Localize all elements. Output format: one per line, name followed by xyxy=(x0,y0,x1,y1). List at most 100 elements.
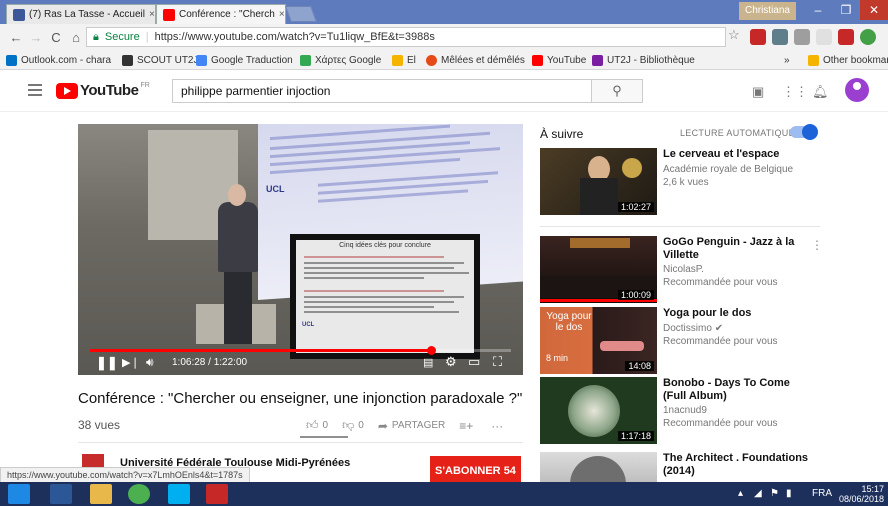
share-button[interactable]: ➦ PARTAGER xyxy=(378,419,445,433)
minimize-icon[interactable]: – xyxy=(804,0,832,20)
youtube-logo[interactable]: YouTube FR xyxy=(56,82,150,99)
chrome-icon[interactable] xyxy=(128,484,150,504)
add-to-playlist-button[interactable]: ≡+ xyxy=(459,419,477,433)
suggested-channel: 1nacnud9 xyxy=(663,405,707,416)
volume-icon[interactable]: 🔊︎ xyxy=(146,355,154,370)
status-bar-url: https://www.youtube.com/watch?v=x7LmhOEn… xyxy=(0,467,250,483)
reload-icon[interactable]: C xyxy=(46,30,66,45)
search-button[interactable]: ⚲ xyxy=(591,79,643,103)
like-button[interactable]: 👍︎ 0 xyxy=(306,418,328,433)
bookmark-el[interactable]: El xyxy=(392,52,416,68)
close-tab-icon[interactable]: × xyxy=(145,9,155,20)
language-indicator[interactable]: FRA xyxy=(812,488,832,499)
subtitles-icon[interactable]: ▤ xyxy=(423,356,433,369)
bookmark-google-maps[interactable]: Χάρτες Google xyxy=(300,52,381,68)
notifications-icon[interactable]: 🔔︎ xyxy=(812,84,829,100)
video-thumbnail[interactable]: 1:02:27 xyxy=(540,148,657,215)
slide-logo: UCL xyxy=(302,322,315,328)
search-input[interactable]: philippe parmentier injoction xyxy=(172,79,592,103)
upload-icon[interactable]: ▣ xyxy=(752,84,764,100)
close-tab-icon[interactable]: × xyxy=(275,9,285,20)
suggested-video[interactable]: 1:17:18 Bonobo - Days To Come (Full Albu… xyxy=(540,377,840,445)
suggested-video[interactable]: 1:02:27 Le cerveau et l'espace Académie … xyxy=(540,148,840,216)
restore-icon[interactable]: ❐ xyxy=(832,0,860,20)
file-explorer-icon[interactable] xyxy=(90,484,112,504)
slide-title: Cinq idées clés pour conclure xyxy=(339,242,431,249)
suggested-video[interactable]: The Architect . Foundations (2014) xyxy=(540,452,840,482)
skype-icon[interactable] xyxy=(168,484,190,504)
facebook-icon xyxy=(13,8,25,21)
video-player[interactable]: UCL Cinq idées clés pour conclure UCL ❚❚… xyxy=(78,124,523,375)
extension-icon[interactable] xyxy=(860,29,876,45)
suggested-channel: NicolasP. xyxy=(663,264,704,275)
flag-icon[interactable]: ⚑ xyxy=(770,488,779,499)
autoplay-toggle[interactable] xyxy=(790,124,818,140)
battery-icon[interactable]: ▮ xyxy=(786,488,792,499)
extension-adblock-icon[interactable] xyxy=(750,29,766,45)
extension-icon[interactable] xyxy=(772,29,788,45)
tray-chevron-icon[interactable]: ▴ xyxy=(738,488,743,499)
tab-facebook[interactable]: (7) Ras La Tasse - Accueil × xyxy=(6,4,156,24)
next-icon[interactable]: ▶❘ xyxy=(122,356,140,369)
bookmark-youtube[interactable]: YouTube xyxy=(532,52,586,68)
url-text: https://www.youtube.com/watch?v=Tu1liqw_… xyxy=(154,31,435,43)
video-duration: 1:00:09 xyxy=(617,290,654,300)
suggested-title: Le cerveau et l'espace xyxy=(663,148,780,160)
video-thumbnail[interactable]: 1:00:09 xyxy=(540,236,657,303)
settings-icon[interactable]: ⚙ xyxy=(445,354,457,370)
video-thumbnail[interactable] xyxy=(540,452,657,482)
folder-icon xyxy=(808,54,819,66)
back-icon[interactable]: ← xyxy=(6,30,26,45)
more-icon: ··· xyxy=(491,418,504,433)
network-icon[interactable]: ◢ xyxy=(754,488,762,499)
video-actions: 👍︎ 0 👎︎ 0 ➦ PARTAGER ≡+ ··· xyxy=(306,418,521,433)
other-bookmarks[interactable]: Other bookmarks xyxy=(808,52,888,68)
dislike-button[interactable]: 👎︎ 0 xyxy=(342,418,364,433)
bookmark-google-translate[interactable]: Google Traduction xyxy=(196,52,293,68)
forward-icon[interactable]: → xyxy=(26,30,46,45)
bookmark-outlook[interactable]: Outlook.com - chara xyxy=(6,52,111,68)
video-thumbnail[interactable]: 1:17:18 xyxy=(540,377,657,444)
bookmark-melees[interactable]: Mêlées et démêlés xyxy=(426,52,525,68)
clock[interactable]: 15:17 08/06/2018 xyxy=(839,484,884,504)
fullscreen-icon[interactable]: ⛶ xyxy=(493,354,502,370)
progress-bar[interactable] xyxy=(90,346,511,355)
apps-icon[interactable]: ⋮⋮ xyxy=(782,84,808,100)
profile-name[interactable]: Christiana xyxy=(738,2,796,20)
home-icon[interactable]: ⌂ xyxy=(66,30,86,45)
close-window-icon[interactable]: ✕ xyxy=(860,0,888,20)
menu-icon[interactable] xyxy=(28,84,42,96)
tab-label: Conférence : "Cherch xyxy=(179,9,275,20)
more-actions-button[interactable]: ··· xyxy=(491,419,507,433)
suggested-video[interactable]: Yoga pour le dos 8 min 14:08 Yoga pour l… xyxy=(540,307,840,375)
youtube-icon xyxy=(163,8,175,21)
video-thumbnail[interactable]: Yoga pour le dos 8 min 14:08 xyxy=(540,307,657,374)
pause-icon[interactable]: ❚❚ xyxy=(96,355,118,371)
new-tab-button[interactable] xyxy=(285,6,317,22)
more-bookmarks-button[interactable]: » xyxy=(784,52,790,68)
bookmarks-bar: Outlook.com - chara SCOUT UT2J Google Tr… xyxy=(0,50,888,70)
bookmark-scout[interactable]: SCOUT UT2J xyxy=(122,52,199,68)
video-title: Conférence : "Chercher ou enseigner, une… xyxy=(78,390,523,407)
extension-icon[interactable] xyxy=(838,29,854,45)
thumbs-down-icon: 👎︎ xyxy=(342,418,355,432)
theater-mode-icon[interactable]: ▭ xyxy=(468,354,480,370)
suggested-reason: Recommandée pour vous xyxy=(663,277,778,288)
scrubber-handle[interactable] xyxy=(427,346,436,355)
app-icon[interactable] xyxy=(206,484,228,504)
search-icon: ⚲ xyxy=(612,83,622,98)
tab-youtube[interactable]: Conférence : "Cherch × xyxy=(156,4,286,24)
bookmark-ut2j[interactable]: UT2J - Bibliothèque xyxy=(592,52,695,68)
more-icon[interactable]: ⋮ xyxy=(811,238,823,252)
avatar[interactable] xyxy=(845,78,869,102)
share-icon: ➦ xyxy=(377,418,388,433)
address-bar[interactable]: 🔒︎ Secure | https://www.youtube.com/watc… xyxy=(86,27,726,47)
suggested-video[interactable]: 1:00:09 GoGo Penguin - Jazz à la Villett… xyxy=(540,236,840,304)
word-icon[interactable] xyxy=(50,484,72,504)
start-icon[interactable] xyxy=(8,484,30,504)
extension-icon[interactable] xyxy=(794,29,810,45)
lock-icon: 🔒︎ xyxy=(93,30,99,43)
star-icon[interactable]: ☆ xyxy=(728,27,744,43)
channel-avatar[interactable] xyxy=(82,454,104,468)
extension-icon[interactable] xyxy=(816,29,832,45)
